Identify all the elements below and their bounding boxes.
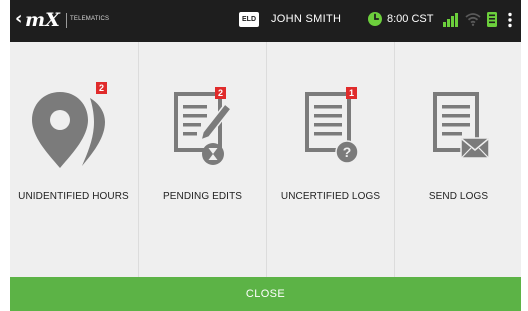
- pending-edits-label: PENDING EDITS: [162, 191, 243, 202]
- driver-name[interactable]: JOHN SMITH: [271, 13, 341, 25]
- send-logs-tile[interactable]: SEND LOGS: [394, 42, 521, 277]
- close-button[interactable]: CLOSE: [10, 277, 521, 311]
- svg-text:?: ?: [343, 144, 352, 160]
- document-question-icon: ? 1: [267, 82, 394, 172]
- pending-edits-tile[interactable]: 2 PENDING EDITS: [138, 42, 266, 277]
- signal-icon: [442, 12, 458, 32]
- menu-tiles: 2 UNIDENTIFIED HOURS 2 PENDING EDITS ? 1…: [10, 42, 521, 277]
- clock-icon: [367, 11, 383, 32]
- status-bar: ‹ mX TELEMATICS ELD JOHN SMITH 8:00 CST: [10, 0, 521, 42]
- device-icon: [486, 11, 498, 33]
- send-logs-label: SEND LOGS: [428, 191, 489, 202]
- map-pin-icon: 2: [10, 82, 137, 172]
- pending-edits-badge: 2: [218, 88, 223, 98]
- back-chevron-icon[interactable]: ‹: [15, 10, 22, 28]
- time-display: 8:00 CST: [387, 13, 434, 25]
- unidentified-hours-badge: 2: [99, 83, 104, 93]
- uncertified-logs-tile[interactable]: ? 1 UNCERTIFIED LOGS: [266, 42, 394, 277]
- unidentified-hours-tile[interactable]: 2 UNIDENTIFIED HOURS: [10, 42, 137, 277]
- menu-icon[interactable]: [507, 12, 513, 33]
- uncertified-logs-label: UNCERTIFIED LOGS: [280, 191, 381, 202]
- logo-divider: [66, 13, 67, 28]
- eld-badge[interactable]: ELD: [239, 12, 259, 27]
- logo-subtitle: TELEMATICS: [70, 16, 110, 22]
- wifi-icon: [465, 11, 481, 32]
- edit-document-icon: 2: [139, 82, 266, 172]
- document-mail-icon: [395, 82, 521, 172]
- unidentified-hours-label: UNIDENTIFIED HOURS: [18, 191, 129, 202]
- uncertified-logs-badge: 1: [349, 88, 354, 98]
- app-screen: ‹ mX TELEMATICS ELD JOHN SMITH 8:00 CST: [10, 0, 521, 311]
- app-logo: mX: [25, 9, 60, 31]
